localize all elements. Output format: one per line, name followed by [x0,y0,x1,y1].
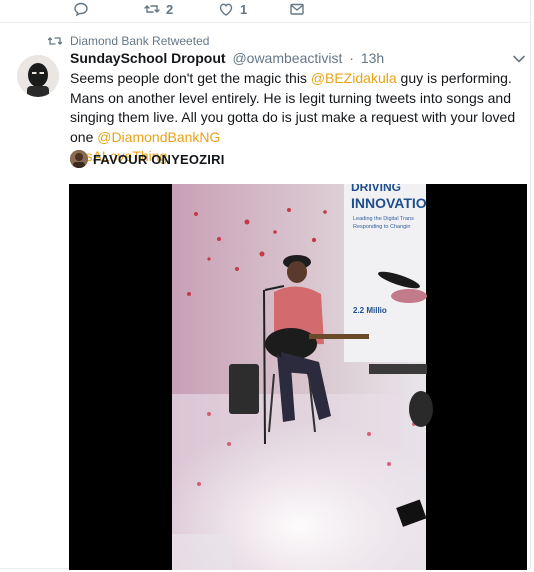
banner-sub-2: Responding to Changin [353,224,411,230]
video-attribution[interactable]: FAVOUR ONYEOZIRI [70,150,225,168]
previous-tweet-actions: 2 1 [0,0,530,23]
avatar-image [17,55,59,97]
like-button[interactable]: 1 [218,0,247,18]
banner-stat: 2.2 Millio [353,306,387,315]
reply-icon [74,2,88,17]
retweet-count: 2 [166,1,174,17]
envelope-icon [290,3,304,15]
video-player[interactable]: DRIVING INNOVATIO Leading the Digital Tr… [69,184,527,570]
attribution-avatar [70,150,88,168]
tweet-header: SundaySchool Dropout @owambeactivist · 1… [70,50,384,66]
separator-dot: · [349,50,354,66]
attribution-name: FAVOUR ONYEOZIRI [93,151,225,167]
heart-icon [219,3,233,16]
timestamp[interactable]: 13h [361,50,384,66]
video-frame: DRIVING INNOVATIO Leading the Digital Tr… [69,184,527,570]
like-count: 1 [240,1,248,17]
banner-sub-1: Leading the Digital Trans [353,216,414,222]
banner-title-2: INNOVATIO [351,195,427,211]
display-name[interactable]: SundaySchool Dropout [70,50,226,66]
retweet-icon [48,37,62,45]
retweet-icon [144,5,160,13]
retweet-context[interactable]: Diamond Bank Retweeted [48,34,209,48]
reply-button[interactable] [73,0,95,18]
chevron-down-icon[interactable] [512,54,526,64]
user-handle[interactable]: @owambeactivist [232,50,342,66]
mention-link[interactable]: @BEZidakula [311,70,397,86]
twitter-timeline: 2 1 Diamond Bank Retweeted SundaySchool … [0,0,534,572]
retweet-context-label: Diamond Bank Retweeted [70,34,210,48]
banner-title-1: DRIVING [351,184,401,194]
retweet-button[interactable]: 2 [144,0,173,18]
tweet-text-part: Seems people don't get the magic this [70,70,311,86]
mention-link[interactable]: @DiamondBankNG [97,129,220,145]
direct-message-button[interactable] [289,0,305,18]
avatar[interactable] [17,55,59,97]
